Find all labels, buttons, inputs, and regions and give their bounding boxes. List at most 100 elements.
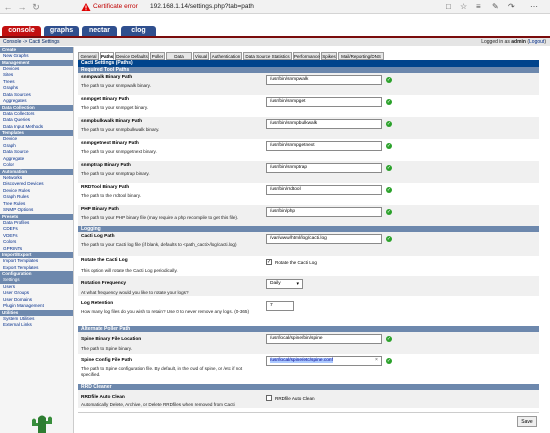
sidebar-menu: Create New Graphs Management Devices Sites Tr…: [0, 47, 74, 433]
ok-check-icon: ✓: [386, 358, 392, 364]
tab-console[interactable]: console: [2, 26, 41, 36]
snmpgetnext-binary-path-desc: The path to your snmpgetnext binary.: [81, 149, 157, 154]
rotation-frequency-label: Rotation Frequency: [81, 281, 127, 286]
logged-in-prefix: Logged in as: [481, 39, 512, 45]
tab-data-storage[interactable]: Data Storage: [166, 52, 192, 67]
certificate-warning-icon[interactable]: [81, 2, 91, 12]
tab-device-defaults[interactable]: Device Defaults: [115, 52, 149, 60]
tab-clog[interactable]: clog: [121, 26, 156, 36]
logged-in-close: ): [544, 39, 546, 45]
save-button[interactable]: Save: [517, 416, 537, 427]
log-path-label: Cacti Log Path: [81, 234, 115, 239]
certificate-error-label[interactable]: Certificate error: [93, 3, 138, 10]
ok-check-icon: ✓: [386, 187, 392, 193]
rotation-frequency-row: Rotation Frequency At what frequency wou…: [78, 276, 539, 296]
tab-performance[interactable]: Performance: [293, 52, 320, 60]
snmpget-binary-path-label: snmpget Binary Path: [81, 97, 129, 102]
rrd-auto-clean-label: RRDfile Auto Clean: [81, 395, 125, 400]
tab-visual[interactable]: Visual: [193, 52, 209, 60]
log-retention-row: Log Retention How many log files do you …: [78, 296, 539, 320]
tab-paths[interactable]: Paths: [100, 52, 114, 60]
snmptrap-binary-path-label: snmptrap Binary Path: [81, 163, 131, 168]
more-menu-icon[interactable]: ⋯: [530, 2, 538, 12]
browser-toolbar: ← → ↻ Certificate error 192.168.1.14/set…: [0, 0, 550, 14]
rotation-frequency-select[interactable]: Daily ▾: [266, 279, 303, 289]
rotate-log-row: Rotate the Cacti Log This option will ro…: [78, 256, 539, 276]
tab-nectar[interactable]: nectar: [82, 26, 117, 36]
forward-icon[interactable]: →: [17, 2, 27, 12]
snmptrap-binary-path-field[interactable]: /usr/bin/snmptrap: [266, 163, 382, 173]
chevron-down-icon: ▾: [296, 281, 299, 287]
ok-check-icon: ✓: [386, 99, 392, 105]
ok-check-icon: ✓: [386, 121, 392, 127]
spine-path-desc: The path to Spine binary.: [81, 346, 132, 351]
snmpbulkwalk-binary-path-desc: The path to your snmpbulkwalk binary.: [81, 127, 160, 132]
rrdtool-binary-path-field[interactable]: /usr/bin/rrdtool: [266, 185, 382, 195]
log-path-desc: The path to your Cacti log file (if blan…: [81, 242, 237, 247]
log-path-field[interactable]: /var/www/html/log/cacti.log: [266, 234, 382, 244]
spine-config-row: Spine Config File Path The path to Spine…: [78, 354, 539, 380]
spine-config-label: Spine Config File Path: [81, 358, 132, 363]
spine-path-field[interactable]: /usr/local/spine/bin/spine: [266, 334, 382, 344]
save-bar: Save: [78, 412, 539, 433]
log-retention-label: Log Retention: [81, 301, 114, 306]
logout-link[interactable]: Logout: [529, 39, 544, 45]
snmpget-binary-path-desc: The path to your snmpget binary.: [81, 105, 149, 110]
favorites-hub-icon[interactable]: ≡: [476, 2, 481, 12]
refresh-icon[interactable]: ↻: [31, 2, 41, 12]
rotate-log-label: Rotate the Cacti Log: [81, 258, 128, 263]
sidebar-item-external-links[interactable]: External Links: [0, 322, 73, 329]
rrd-auto-clean-checkbox[interactable]: [266, 395, 272, 401]
spine-config-value: /usr/local/spine/etc/spine.conf: [270, 358, 333, 363]
snmptrap-binary-path-desc: The path to your snmptrap binary.: [81, 171, 150, 176]
rrd-auto-clean-row: RRDfile Auto Clean Automatically Delete,…: [78, 390, 539, 408]
tab-authentication[interactable]: Authentication: [210, 52, 242, 60]
rotation-frequency-value: Daily: [270, 281, 281, 286]
reading-view-icon[interactable]: □: [446, 2, 451, 12]
rotate-log-desc: This option will rotate the Cacti Log pe…: [81, 268, 178, 273]
log-retention-field[interactable]: 7: [266, 301, 294, 311]
notes-pen-icon[interactable]: ✎: [492, 2, 499, 12]
ok-check-icon: ✓: [386, 209, 392, 215]
ok-check-icon: ✓: [386, 336, 392, 342]
spine-config-field[interactable]: /usr/local/spine/etc/spine.conf: [266, 356, 382, 366]
rrdtool-binary-path-label: RRDTool Binary Path: [81, 185, 130, 190]
ok-check-icon: ✓: [386, 236, 392, 242]
breadcrumb[interactable]: Console -> Cacti Settings: [3, 39, 60, 45]
panel-title: Cacti Settings (Paths): [78, 60, 539, 67]
snmpget-binary-path-row: snmpget Binary Path The path to your snmp…: [78, 95, 539, 117]
snmpbulkwalk-binary-path-label: snmpbulkwalk Binary Path: [81, 119, 143, 124]
settings-panel: Cacti Settings (Paths) Required Tool Pat…: [78, 60, 539, 408]
settings-tab-bar: GeneralPathsDevice DefaultsPollerData St…: [78, 52, 474, 67]
log-path-row: Cacti Log Path The path to your Cacti lo…: [78, 232, 539, 256]
rrd-auto-clean-checkbox-label: RRDfile Auto Clean: [275, 396, 315, 401]
rrdtool-binary-path-row: RRDTool Binary Path The path to the rrdto…: [78, 183, 539, 205]
tab-graphs[interactable]: graphs: [44, 26, 79, 36]
address-bar[interactable]: 192.168.1.14/settings.php?tab=path: [150, 3, 254, 10]
snmpbulkwalk-binary-path-row: snmpbulkwalk Binary Path The path to your…: [78, 117, 539, 139]
share-icon[interactable]: ↷: [508, 2, 515, 12]
spine-path-label: Spine Binary File Location: [81, 337, 142, 342]
snmpbulkwalk-binary-path-field[interactable]: /usr/bin/snmpbulkwalk: [266, 119, 382, 129]
log-retention-desc: How many log files do you wish to retain…: [81, 309, 250, 314]
tab-spikes[interactable]: Spikes: [321, 52, 337, 60]
rotate-log-checkbox[interactable]: ✓: [266, 259, 272, 265]
favorite-star-icon[interactable]: ☆: [460, 2, 467, 12]
snmpwalk-binary-path-field[interactable]: /usr/bin/snmpwalk: [266, 75, 382, 85]
clear-field-icon[interactable]: ×: [375, 357, 378, 363]
tab-poller[interactable]: Poller: [150, 52, 165, 60]
rotate-log-checkbox-label: Rotate the Cacti Log: [275, 260, 317, 265]
snmpgetnext-binary-path-field[interactable]: /usr/bin/snmpgetnext: [266, 141, 382, 151]
back-icon[interactable]: ←: [3, 2, 13, 12]
tab-mail-reporting-dns[interactable]: Mail/Reporting/DNS: [338, 52, 384, 60]
php-binary-path-field[interactable]: /usr/bin/php: [266, 207, 382, 217]
snmpget-binary-path-field[interactable]: /usr/bin/snmpget: [266, 97, 382, 107]
snmptrap-binary-path-row: snmptrap Binary Path The path to your snm…: [78, 161, 539, 183]
ok-check-icon: ✓: [386, 165, 392, 171]
tab-data-source-statistics[interactable]: Data Source Statistics: [243, 52, 292, 60]
app-tab-bar: console graphs nectar clog: [0, 22, 550, 36]
tab-general[interactable]: General: [78, 52, 99, 60]
ok-check-icon: ✓: [386, 77, 392, 83]
php-binary-path-row: PHP Binary Path The path to your PHP bina…: [78, 205, 539, 226]
php-binary-path-desc: The path to your PHP binary file (may re…: [81, 215, 239, 220]
